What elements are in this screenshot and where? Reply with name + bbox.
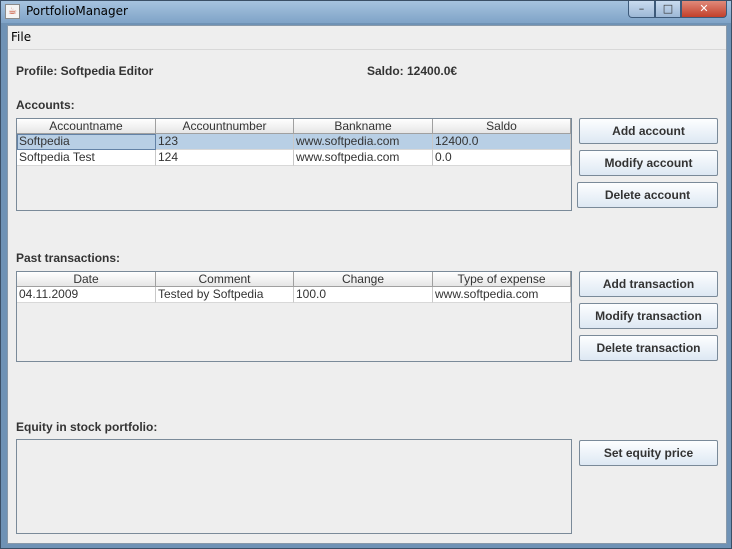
- window-title: PortfolioManager: [26, 4, 128, 18]
- client-area: File Profile: Softpedia Editor Saldo: 12…: [7, 25, 727, 544]
- equity-panel: [16, 439, 572, 534]
- title-bar[interactable]: ☕ PortfolioManager – □ ✕: [1, 1, 731, 23]
- column-header[interactable]: Bankname: [294, 119, 433, 134]
- minimize-button[interactable]: –: [628, 1, 655, 18]
- accounts-label: Accounts:: [16, 98, 75, 112]
- table-cell[interactable]: www.softpedia.com: [294, 150, 433, 166]
- accounts-table[interactable]: Accountname Accountnumber Bankname Saldo So…: [16, 118, 572, 211]
- menu-file[interactable]: File: [11, 30, 31, 44]
- maximize-button[interactable]: □: [655, 1, 681, 18]
- table-cell[interactable]: 123: [156, 134, 294, 150]
- delete-account-button[interactable]: Delete account: [577, 182, 718, 208]
- set-equity-price-button[interactable]: Set equity price: [579, 440, 718, 466]
- column-header[interactable]: Date: [17, 272, 156, 287]
- table-cell[interactable]: 12400.0: [433, 134, 571, 150]
- past-transactions-label: Past transactions:: [16, 251, 121, 265]
- profile-label: Profile: Softpedia Editor: [16, 64, 154, 78]
- delete-transaction-button[interactable]: Delete transaction: [579, 335, 718, 361]
- table-cell[interactable]: 04.11.2009: [17, 287, 156, 303]
- table-cell[interactable]: www.softpedia.com: [294, 134, 433, 150]
- menu-bar: File: [8, 26, 726, 50]
- accounts-table-header: Accountname Accountnumber Bankname Saldo: [17, 119, 571, 134]
- transactions-table-header: Date Comment Change Type of expense: [17, 272, 571, 287]
- table-cell[interactable]: Softpedia Test: [17, 150, 156, 166]
- modify-transaction-button[interactable]: Modify transaction: [579, 303, 718, 329]
- table-cell[interactable]: 124: [156, 150, 294, 166]
- column-header[interactable]: Change: [294, 272, 433, 287]
- java-icon[interactable]: ☕: [5, 4, 20, 19]
- app-window: ☕ PortfolioManager – □ ✕ File Profile: S…: [0, 0, 732, 549]
- column-header[interactable]: Saldo: [433, 119, 571, 134]
- column-header[interactable]: Type of expense: [433, 272, 571, 287]
- column-header[interactable]: Comment: [156, 272, 294, 287]
- table-cell[interactable]: Tested by Softpedia: [156, 287, 294, 303]
- add-transaction-button[interactable]: Add transaction: [579, 271, 718, 297]
- table-cell[interactable]: 0.0: [433, 150, 571, 166]
- table-cell[interactable]: 100.0: [294, 287, 433, 303]
- equity-label: Equity in stock portfolio:: [16, 420, 158, 434]
- column-header[interactable]: Accountnumber: [156, 119, 294, 134]
- close-button[interactable]: ✕: [681, 1, 727, 18]
- table-cell[interactable]: Softpedia: [17, 134, 156, 150]
- table-cell[interactable]: www.softpedia.com: [433, 287, 571, 303]
- add-account-button[interactable]: Add account: [579, 118, 718, 144]
- table-row[interactable]: Softpedia Test 124 www.softpedia.com 0.0: [17, 150, 571, 166]
- table-row[interactable]: Softpedia 123 www.softpedia.com 12400.0: [17, 134, 571, 150]
- column-header[interactable]: Accountname: [17, 119, 156, 134]
- saldo-label: Saldo: 12400.0€: [367, 64, 458, 78]
- transactions-table[interactable]: Date Comment Change Type of expense 04.11.2…: [16, 271, 572, 362]
- table-row[interactable]: 04.11.2009 Tested by Softpedia 100.0 www.so…: [17, 287, 571, 303]
- modify-account-button[interactable]: Modify account: [579, 150, 718, 176]
